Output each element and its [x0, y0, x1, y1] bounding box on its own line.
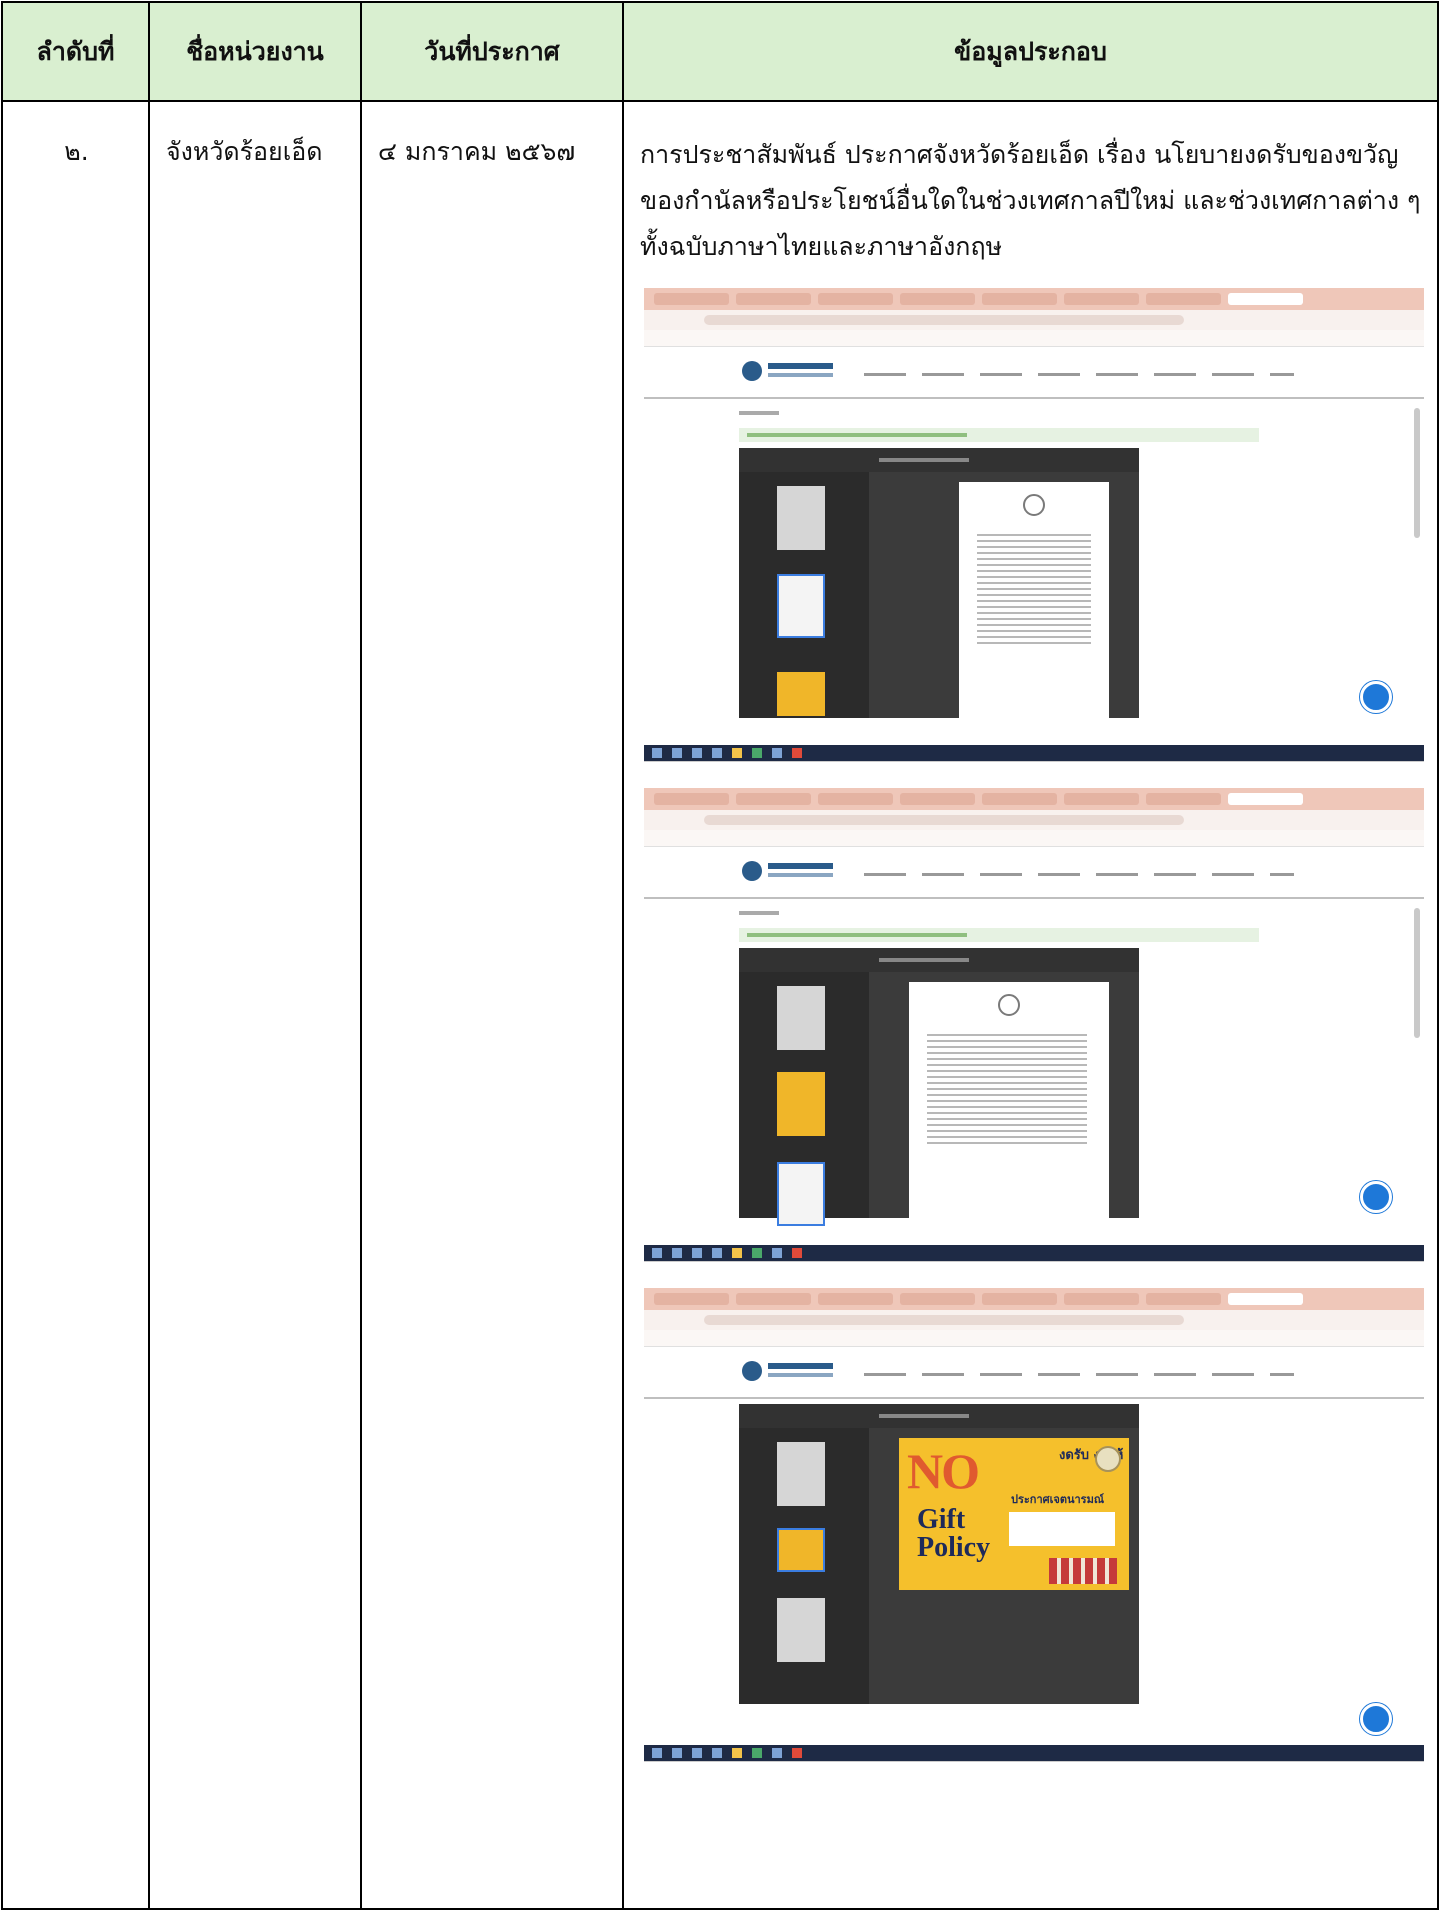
poster-no: NO [907, 1443, 980, 1499]
seal-icon [1095, 1446, 1121, 1472]
province-logo-icon [742, 1361, 762, 1381]
seal-icon [998, 994, 1020, 1016]
poster-thai-sub: ประกาศเจตนารมณ์ [1011, 1493, 1105, 1506]
cell-info: การประชาสัมพันธ์ ประกาศจังหวัดร้อยเอ็ด เ… [622, 100, 1439, 1910]
browser-tabbar [644, 288, 1424, 310]
province-logo-icon [742, 861, 762, 881]
chat-button-icon [1360, 1703, 1392, 1735]
chat-button-icon [1360, 681, 1392, 713]
cell-no: ๒. [1, 100, 150, 1910]
poster-gift-policy: Gift Policy [917, 1504, 991, 1563]
screenshot-thai-pdf [644, 288, 1424, 762]
table-row: ๒. จังหวัดร้อยเอ็ด ๔ มกราคม ๒๕๖๗ การประช… [1, 100, 1439, 1910]
bookmarks-bar [644, 330, 1424, 347]
table-header-row: ลำดับที่ ชื่อหน่วยงาน วันที่ประกาศ ข้อมู… [1, 1, 1439, 102]
pdf-page [959, 482, 1109, 718]
breadcrumb [739, 411, 779, 415]
pdf-thumbnails [739, 472, 869, 718]
screenshot-english-pdf [644, 788, 1424, 1262]
notice-bar [739, 428, 1259, 442]
description-text: การประชาสัมพันธ์ ประกาศจังหวัดร้อยเอ็ด เ… [640, 140, 1421, 261]
pdf-toolbar [739, 448, 1139, 472]
cell-date: ๔ มกราคม ๒๕๖๗ [360, 100, 624, 1910]
seal-icon [1023, 494, 1045, 516]
cell-agency: จังหวัดร้อยเอ็ด [148, 100, 362, 1910]
header-date: วันที่ประกาศ [360, 1, 624, 102]
header-info: ข้อมูลประกอบ [622, 1, 1439, 102]
site-nav [864, 373, 1294, 376]
pdf-viewer [739, 448, 1139, 718]
screenshot-poster: NO งดรับ งดให้ ประกาศเจตนารมณ์ Gift Poli… [644, 1288, 1424, 1762]
header-agency: ชื่อหน่วยงาน [148, 1, 362, 102]
chat-button-icon [1360, 1181, 1392, 1213]
page-scrollbar [1414, 408, 1420, 538]
site-header [644, 347, 1424, 399]
taskbar [644, 745, 1424, 761]
province-logo-icon [742, 361, 762, 381]
header-no: ลำดับที่ [1, 1, 150, 102]
announcement-table: ลำดับที่ ชื่อหน่วยงาน วันที่ประกาศ ข้อมู… [1, 1, 1439, 1910]
address-bar [644, 310, 1424, 330]
no-gift-policy-poster: NO งดรับ งดให้ ประกาศเจตนารมณ์ Gift Poli… [899, 1438, 1129, 1590]
